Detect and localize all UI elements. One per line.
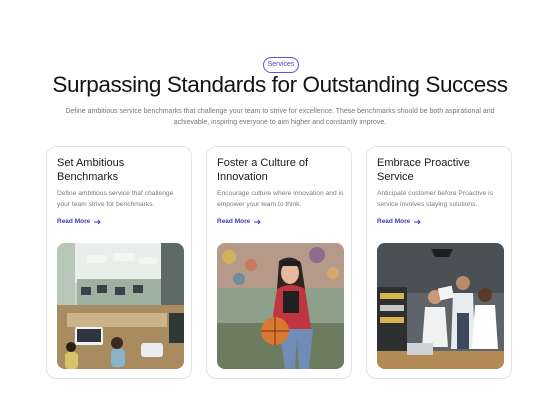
team-meeting-image xyxy=(377,243,504,369)
card-title: Set Ambitious Benchmarks xyxy=(57,157,125,183)
read-more-label: Read More xyxy=(377,218,411,225)
page-subtitle: Define ambitious service benchmarks that… xyxy=(65,108,495,126)
read-more-label: Read More xyxy=(57,218,91,225)
read-more-link[interactable]: Read More xyxy=(217,218,261,225)
services-badge: Services xyxy=(263,57,299,73)
card-description: Define ambitious service that challenge … xyxy=(57,190,174,208)
card-title: Embrace Proactive Service xyxy=(377,157,470,183)
service-card-proactive: Embrace Proactive Service Anticipate cus… xyxy=(366,146,512,379)
office-workspace-image xyxy=(57,243,184,369)
card-description: Anticipate customer before Proactive is … xyxy=(377,190,493,208)
read-more-link[interactable]: Read More xyxy=(57,218,101,225)
woman-with-basketball-image xyxy=(217,243,344,369)
arrow-right-icon xyxy=(414,219,421,224)
read-more-label: Read More xyxy=(217,218,251,225)
page-title: Surpassing Standards for Outstanding Suc… xyxy=(52,72,508,97)
service-card-innovation: Foster a Culture of Innovation Encourage… xyxy=(206,146,352,379)
card-title: Foster a Culture of Innovation xyxy=(217,157,309,183)
card-description: Encourage culture where innovation and i… xyxy=(217,190,344,208)
read-more-link[interactable]: Read More xyxy=(377,218,421,225)
service-card-benchmarks: Set Ambitious Benchmarks Define ambitiou… xyxy=(46,146,192,379)
arrow-right-icon xyxy=(94,219,101,224)
arrow-right-icon xyxy=(254,219,261,224)
